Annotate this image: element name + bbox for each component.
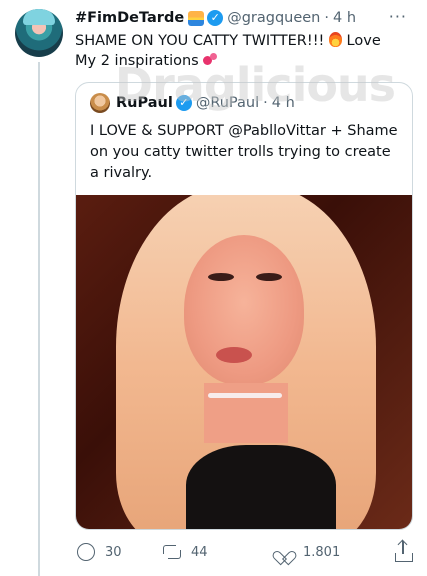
tweet-actions: 30 44 1.801 — [75, 540, 420, 564]
share-button[interactable] — [395, 540, 423, 564]
quoted-tweet-text: I LOVE & SUPPORT @PablloVittar + Shame o… — [90, 123, 398, 181]
tweet-header: #FimDeTarde ✓ @gragqueen · 4 h — [75, 7, 415, 29]
author-handle[interactable]: @gragqueen — [227, 10, 320, 26]
quoted-tweet-photo[interactable] — [76, 195, 412, 529]
reply-button[interactable]: 30 — [77, 540, 122, 564]
two-hearts-emoji-icon — [203, 53, 218, 66]
avatar-hat-detail — [23, 9, 55, 25]
more-icon[interactable]: ··· — [389, 7, 407, 26]
header-separator: · — [324, 10, 329, 26]
tweet-text: SHAME ON YOU CATTY TWITTER!!! Love My 2 … — [75, 31, 405, 71]
verified-badge-icon: ✓ — [207, 10, 224, 26]
quoted-tweet-header: RuPaul ✓ @RuPaul · 4 h — [90, 93, 295, 113]
photo-choker — [208, 393, 282, 398]
author-avatar[interactable] — [15, 9, 63, 57]
photo-right-eye — [256, 273, 282, 281]
quoted-author-handle: @RuPaul — [195, 95, 260, 111]
photo-neck — [204, 383, 288, 443]
tweet[interactable]: #FimDeTarde ✓ @gragqueen · 4 h ··· SHAME… — [75, 7, 415, 71]
like-count: 1.801 — [303, 544, 341, 560]
quoted-author-display-name: RuPaul — [116, 95, 173, 111]
quoted-header-separator: · — [263, 95, 268, 111]
fire-emoji-icon — [328, 32, 342, 47]
share-icon — [395, 540, 413, 562]
like-button[interactable]: 1.801 — [275, 540, 340, 564]
reply-icon — [77, 543, 95, 561]
tweet-timestamp[interactable]: 4 h — [333, 10, 356, 26]
quoted-tweet-timestamp: 4 h — [271, 95, 295, 111]
photo-face — [184, 235, 304, 385]
tweet-text-part1: SHAME ON YOU CATTY TWITTER!!! — [75, 33, 325, 49]
photo-lips — [216, 347, 252, 363]
photo-top — [186, 445, 336, 529]
thread-line — [38, 62, 40, 576]
retweet-count: 44 — [191, 544, 208, 560]
quoted-tweet[interactable]: RuPaul ✓ @RuPaul · 4 h I LOVE & SUPPORT … — [75, 82, 413, 530]
retweet-icon — [163, 543, 181, 561]
author-display-name[interactable]: #FimDeTarde — [75, 10, 184, 26]
quoted-author-avatar — [90, 93, 110, 113]
retweet-button[interactable]: 44 — [163, 540, 208, 564]
like-icon — [275, 543, 293, 561]
sunset-emoji-icon — [188, 10, 205, 26]
verified-badge-icon: ✓ — [175, 95, 192, 111]
reply-count: 30 — [105, 544, 122, 560]
photo-left-eye — [208, 273, 234, 281]
